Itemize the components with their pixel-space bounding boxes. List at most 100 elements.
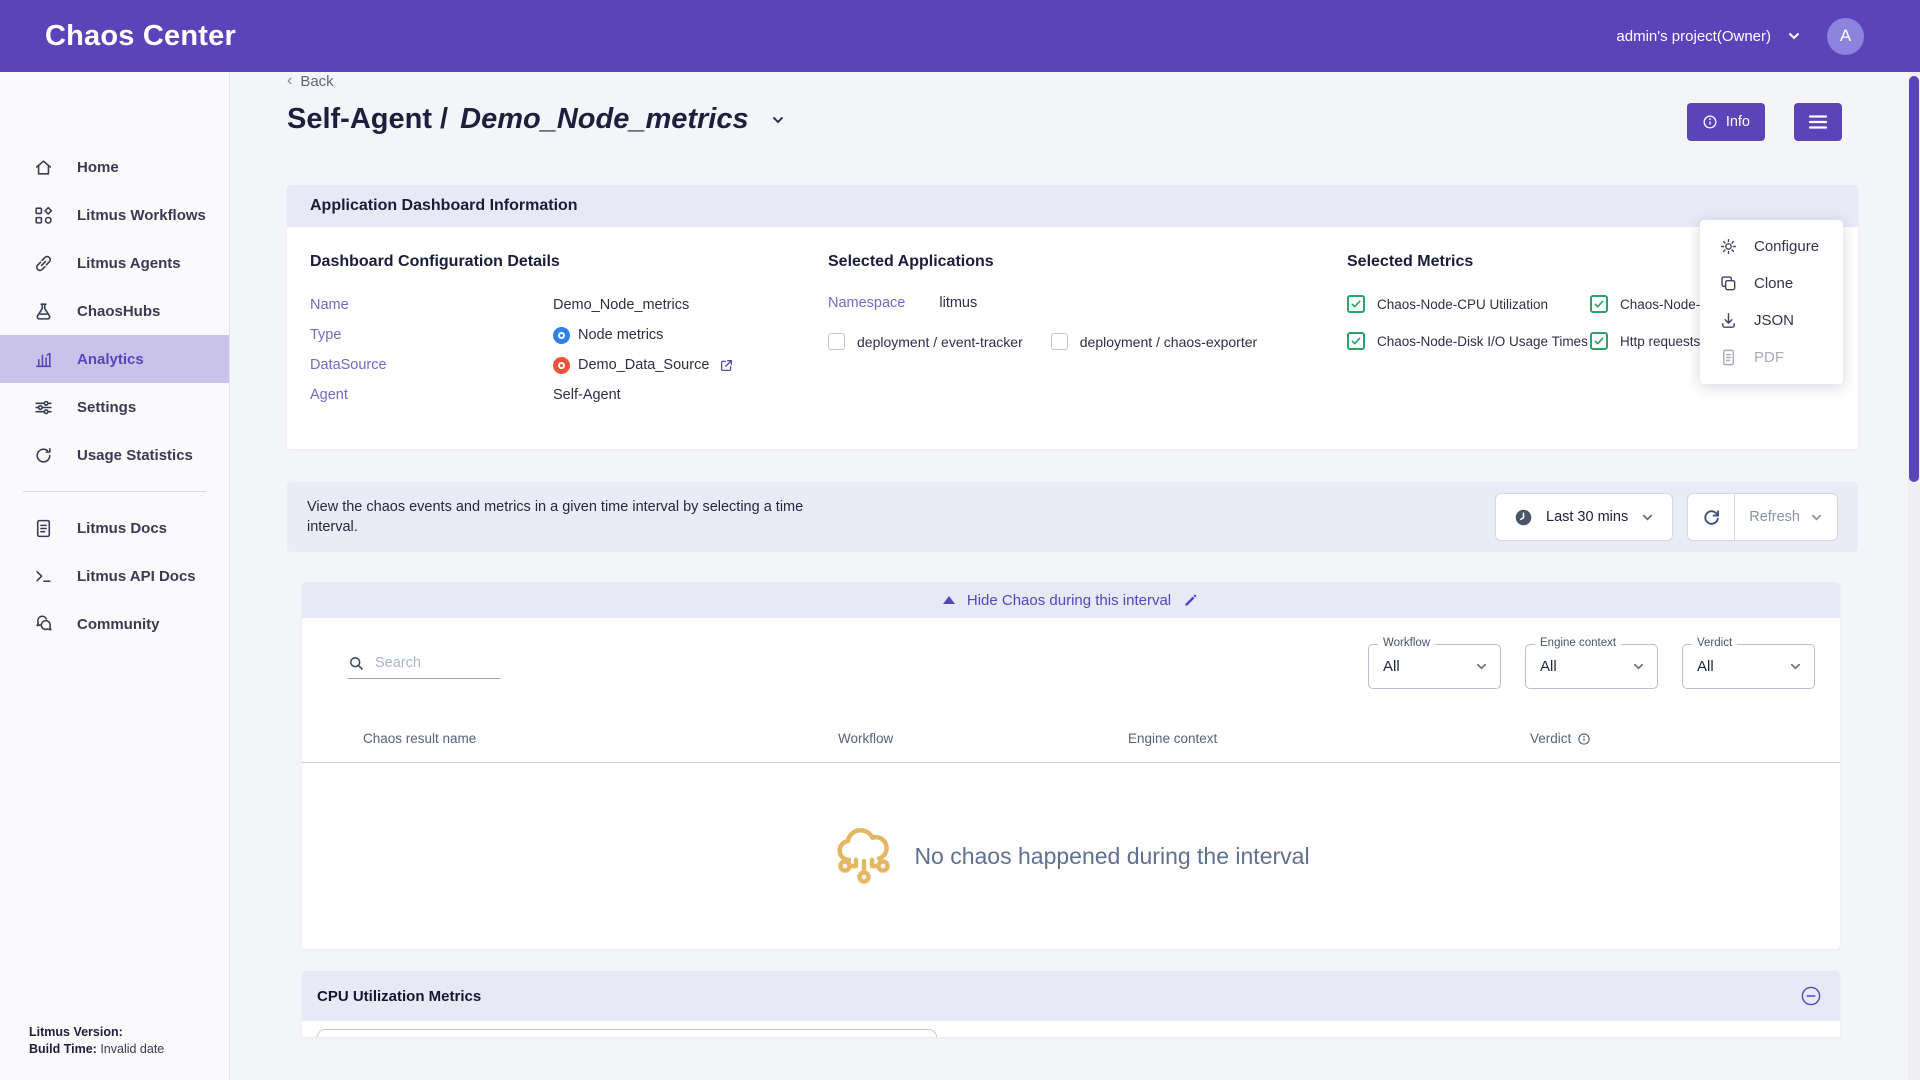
time-range-value: Last 30 mins	[1546, 509, 1628, 525]
hide-chaos-toggle[interactable]: Hide Chaos during this interval	[302, 582, 1840, 618]
sidebar-item-settings[interactable]: Settings	[0, 383, 229, 431]
file-icon	[1719, 348, 1738, 367]
external-link-icon[interactable]	[719, 358, 734, 373]
sidebar-item-label: Litmus Workflows	[77, 207, 206, 224]
config-label: Agent	[310, 387, 553, 403]
metric-checkbox-cpu-utilization[interactable]: Chaos-Node-CPU Utilization	[1347, 295, 1590, 313]
cpu-metrics-panel: CPU Utilization Metrics	[302, 971, 1840, 1037]
select-label: Verdict	[1692, 637, 1737, 649]
selected-applications-title: Selected Applications	[828, 253, 1347, 271]
empty-state: No chaos happened during the interval	[302, 763, 1840, 949]
namespace-label: Namespace	[828, 295, 905, 311]
menu-item-clone[interactable]: Clone	[1700, 265, 1843, 302]
refresh-rate-select[interactable]: Refresh	[1735, 509, 1837, 525]
sidebar-item-label: ChaosHubs	[77, 303, 160, 320]
dashboard-name: Demo_Node_metrics	[460, 103, 749, 136]
chaos-table-panel: Hide Chaos during this interval Workflow…	[302, 582, 1840, 949]
config-value: Demo_Data_Source	[553, 357, 734, 374]
node-metrics-icon	[553, 327, 570, 344]
configuration-details-title: Dashboard Configuration Details	[310, 253, 828, 271]
workflow-filter-select[interactable]: Workflow All	[1368, 644, 1501, 689]
sidebar-item-community[interactable]: Community	[0, 600, 229, 648]
title-row: Self-Agent / Demo_Node_metrics Info	[287, 103, 1858, 141]
build-value: Invalid date	[100, 1042, 164, 1056]
page-scrollbar[interactable]	[1908, 72, 1920, 1080]
checkbox-label: Http requests	[1620, 334, 1700, 349]
cpu-metrics-body	[302, 1021, 1840, 1037]
sidebar-item-analytics[interactable]: Analytics	[0, 335, 229, 383]
title-actions: Info	[1687, 103, 1842, 141]
version-label: Litmus Version:	[29, 1025, 123, 1039]
refresh-button[interactable]	[1688, 494, 1735, 540]
analytics-icon	[33, 349, 54, 370]
search-icon	[348, 655, 365, 672]
time-range-select[interactable]: Last 30 mins	[1495, 493, 1673, 541]
sidebar-item-litmus-api-docs[interactable]: Litmus API Docs	[0, 552, 229, 600]
refresh-group: Refresh	[1687, 493, 1838, 541]
hamburger-icon	[1808, 114, 1828, 130]
sidebar-item-litmus-workflows[interactable]: Litmus Workflows	[0, 191, 229, 239]
config-row-name: Name Demo_Node_metrics	[310, 295, 828, 315]
title-dropdown-chevron-icon[interactable]	[769, 111, 787, 129]
menu-item-label: PDF	[1754, 349, 1784, 366]
checkbox-checked-icon	[1347, 332, 1365, 350]
document-icon	[33, 518, 54, 539]
filter-row: Workflow All Engine context All Verdict …	[302, 618, 1840, 703]
checkbox-label: deployment / chaos-exporter	[1080, 334, 1257, 350]
chevron-left-icon: ‹	[287, 72, 292, 90]
dashboard-menu-button[interactable]	[1794, 103, 1842, 141]
search-input[interactable]	[375, 655, 493, 671]
cpu-metrics-header: CPU Utilization Metrics	[302, 971, 1840, 1021]
column-chaos-result-name: Chaos result name	[363, 731, 838, 746]
column-verdict: Verdict	[1530, 731, 1840, 746]
edit-pencil-icon[interactable]	[1183, 592, 1199, 608]
verdict-filter-select[interactable]: Verdict All	[1682, 644, 1815, 689]
info-button[interactable]: Info	[1687, 103, 1765, 141]
engine-context-filter-select[interactable]: Engine context All	[1525, 644, 1658, 689]
app-checkbox-chaos-exporter[interactable]: deployment / chaos-exporter	[1051, 333, 1257, 350]
page-title: Self-Agent / Demo_Node_metrics	[287, 103, 787, 136]
info-circle-icon[interactable]	[1577, 732, 1591, 746]
collapse-minus-icon[interactable]	[1800, 985, 1822, 1007]
selected-applications: Selected Applications Namespace litmus d…	[828, 253, 1347, 415]
dashboard-info-panel: Application Dashboard Information Dashbo…	[287, 185, 1858, 449]
project-switcher[interactable]: admin's project(Owner)	[1616, 28, 1801, 45]
avatar[interactable]: A	[1827, 18, 1864, 55]
select-label: Workflow	[1378, 637, 1435, 649]
sidebar-item-litmus-docs[interactable]: Litmus Docs	[0, 504, 229, 552]
time-interval-bar: View the chaos events and metrics in a g…	[287, 482, 1858, 552]
menu-item-json[interactable]: JSON	[1700, 302, 1843, 339]
config-value-text: Node metrics	[578, 327, 663, 343]
sidebar-item-label: Usage Statistics	[77, 447, 193, 464]
app-title: Chaos Center	[45, 20, 236, 53]
flask-icon	[33, 301, 54, 322]
version-info: Litmus Version: Build Time: Invalid date	[29, 1024, 164, 1058]
chevron-down-icon	[1789, 660, 1802, 673]
chevron-down-icon	[1475, 660, 1488, 673]
main-content: Analytics/Application-dashboard ‹ Back S…	[230, 0, 1920, 1037]
interval-controls: Last 30 mins Refresh	[1495, 493, 1838, 541]
sidebar-divider	[23, 491, 206, 492]
app-checkbox-event-tracker[interactable]: deployment / event-tracker	[828, 333, 1023, 350]
sidebar-item-chaoshubs[interactable]: ChaosHubs	[0, 287, 229, 335]
metric-checkbox-disk-io-times[interactable]: Chaos-Node-Disk I/O Usage Times	[1347, 332, 1590, 350]
app-header: Chaos Center admin's project(Owner) A	[0, 0, 1920, 72]
sidebar-item-label: Community	[77, 616, 160, 633]
filter-selects: Workflow All Engine context All Verdict …	[1368, 644, 1815, 689]
sidebar-item-litmus-agents[interactable]: Litmus Agents	[0, 239, 229, 287]
menu-item-configure[interactable]: Configure	[1700, 228, 1843, 265]
menu-item-pdf[interactable]: PDF	[1700, 339, 1843, 376]
scrollbar-thumb[interactable]	[1909, 76, 1919, 482]
config-row-agent: Agent Self-Agent	[310, 385, 828, 405]
menu-item-label: JSON	[1754, 312, 1794, 329]
sidebar-item-usage-statistics[interactable]: Usage Statistics	[0, 431, 229, 479]
column-engine-context: Engine context	[1128, 731, 1530, 746]
select-value: All	[1697, 658, 1714, 675]
triangle-up-icon	[943, 596, 955, 604]
refresh-icon	[1701, 507, 1722, 528]
sidebar-item-home[interactable]: Home	[0, 143, 229, 191]
sidebar-item-label: Analytics	[77, 351, 144, 368]
back-button[interactable]: ‹ Back	[287, 72, 334, 90]
menu-item-label: Configure	[1754, 238, 1819, 255]
config-value: Node metrics	[553, 327, 663, 344]
